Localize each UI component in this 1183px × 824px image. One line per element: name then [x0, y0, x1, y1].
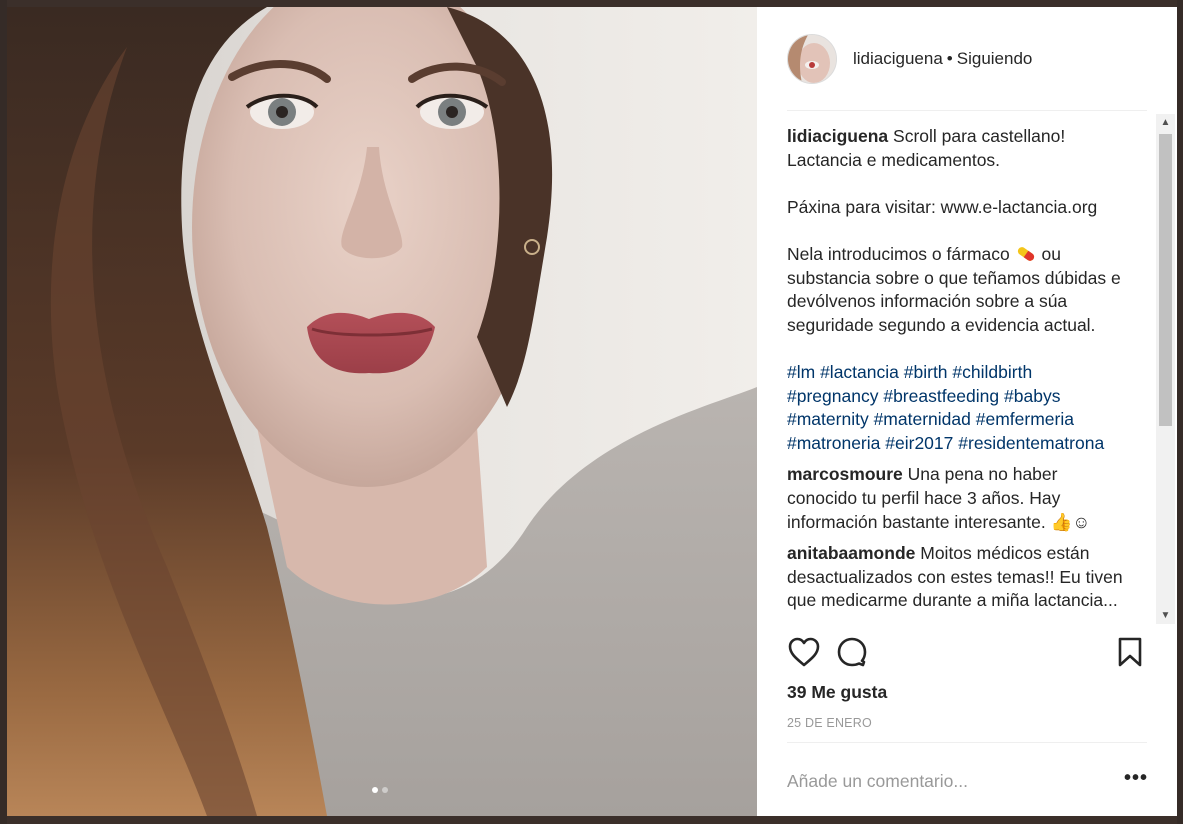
caption-line: Scroll para castellano! — [893, 126, 1066, 146]
scroll-up-arrow-icon[interactable]: ▲ — [1156, 114, 1175, 131]
overlay-backdrop-right[interactable] — [1177, 0, 1183, 824]
post-date[interactable]: 25 DE ENERO — [787, 716, 872, 730]
hashtag-link[interactable]: #residentematrona — [958, 433, 1104, 453]
comments-scrollbar[interactable]: ▲ ▼ — [1156, 114, 1175, 624]
more-options-button[interactable]: ••• — [1124, 768, 1148, 791]
caption-line: Lactancia e medicamentos. — [787, 149, 1001, 170]
post-photo — [7, 7, 757, 816]
scrollbar-thumb[interactable] — [1159, 134, 1172, 426]
caption: lidiaciguena Scroll para castellano! Lac… — [787, 125, 1127, 455]
hashtag-link[interactable]: #breastfeeding — [883, 386, 999, 406]
comment-username[interactable]: marcosmoure — [787, 464, 903, 484]
overlay-backdrop-top[interactable] — [0, 0, 1183, 7]
post-side-panel: lidiaciguena • Siguiendo lidiaciguena Scro… — [757, 7, 1177, 816]
comment-username[interactable]: anitabaamonde — [787, 543, 915, 563]
carousel-dot-2[interactable] — [382, 787, 388, 793]
caption-line: substancia sobre o que teñamos dúbidas e… — [787, 267, 1121, 335]
comment-bubble-icon — [837, 637, 867, 667]
avatar[interactable] — [787, 33, 837, 84]
caption-blank — [787, 337, 1127, 361]
comment-button[interactable] — [835, 635, 871, 671]
likes-count[interactable]: 39 Me gusta — [787, 682, 887, 703]
hashtag-link[interactable]: #pregnancy — [787, 386, 878, 406]
like-button[interactable] — [787, 635, 823, 671]
caption-username[interactable]: lidiaciguena — [787, 126, 888, 146]
header-separator: • — [946, 48, 953, 68]
avatar-image — [788, 34, 836, 83]
hashtag-link[interactable]: #eir2017 — [885, 433, 953, 453]
comment-item: anitabaamonde Moitos médicos están desac… — [787, 542, 1127, 613]
overlay-backdrop-left[interactable] — [0, 0, 7, 824]
caption-line: Nela introducimos o fármaco — [787, 243, 1010, 264]
post-modal: lidiaciguena • Siguiendo lidiaciguena Scro… — [7, 7, 1177, 816]
hashtag-link[interactable]: #birth — [904, 362, 948, 382]
save-button[interactable] — [1115, 635, 1151, 671]
hashtags: #lm #lactancia #birth #childbirth #pregn… — [787, 361, 1127, 455]
caption-blank — [787, 219, 1127, 243]
hashtag-link[interactable]: #lm — [787, 362, 815, 382]
pill-emoji-icon — [1017, 247, 1034, 261]
caption-line: Páxina para visitar: www.e-lactancia.org — [787, 196, 1098, 217]
hashtag-link[interactable]: #matroneria — [787, 433, 880, 453]
hashtag-link[interactable]: #maternity — [787, 409, 869, 429]
username-link[interactable]: lidiaciguena — [853, 49, 943, 68]
add-comment-input[interactable] — [787, 769, 1087, 793]
divider — [787, 742, 1147, 743]
bookmark-icon — [1118, 637, 1142, 667]
following-button[interactable]: Siguiendo — [957, 49, 1033, 68]
header-text: lidiaciguena • Siguiendo — [853, 49, 1032, 69]
comment-item: marcosmoure Una pena no haber conocido t… — [787, 463, 1127, 534]
caption-blank — [787, 172, 1127, 196]
scroll-down-arrow-icon[interactable]: ▼ — [1156, 607, 1175, 624]
hashtag-link[interactable]: #emfermeria — [976, 409, 1074, 429]
hashtag-link[interactable]: #childbirth — [952, 362, 1032, 382]
post-header: lidiaciguena • Siguiendo — [787, 7, 1147, 111]
post-media[interactable] — [7, 7, 757, 816]
overlay-backdrop-bottom[interactable] — [0, 816, 1183, 824]
carousel-dot-1[interactable] — [372, 787, 378, 793]
comments-list[interactable]: lidiaciguena Scroll para castellano! Lac… — [787, 125, 1127, 625]
hashtag-link[interactable]: #maternidad — [874, 409, 971, 429]
heart-icon — [788, 637, 820, 667]
hashtag-link[interactable]: #babys — [1004, 386, 1060, 406]
carousel-indicator — [372, 787, 388, 795]
hashtag-link[interactable]: #lactancia — [820, 362, 899, 382]
action-bar — [787, 635, 1147, 675]
caption-line: ou — [1041, 243, 1061, 264]
